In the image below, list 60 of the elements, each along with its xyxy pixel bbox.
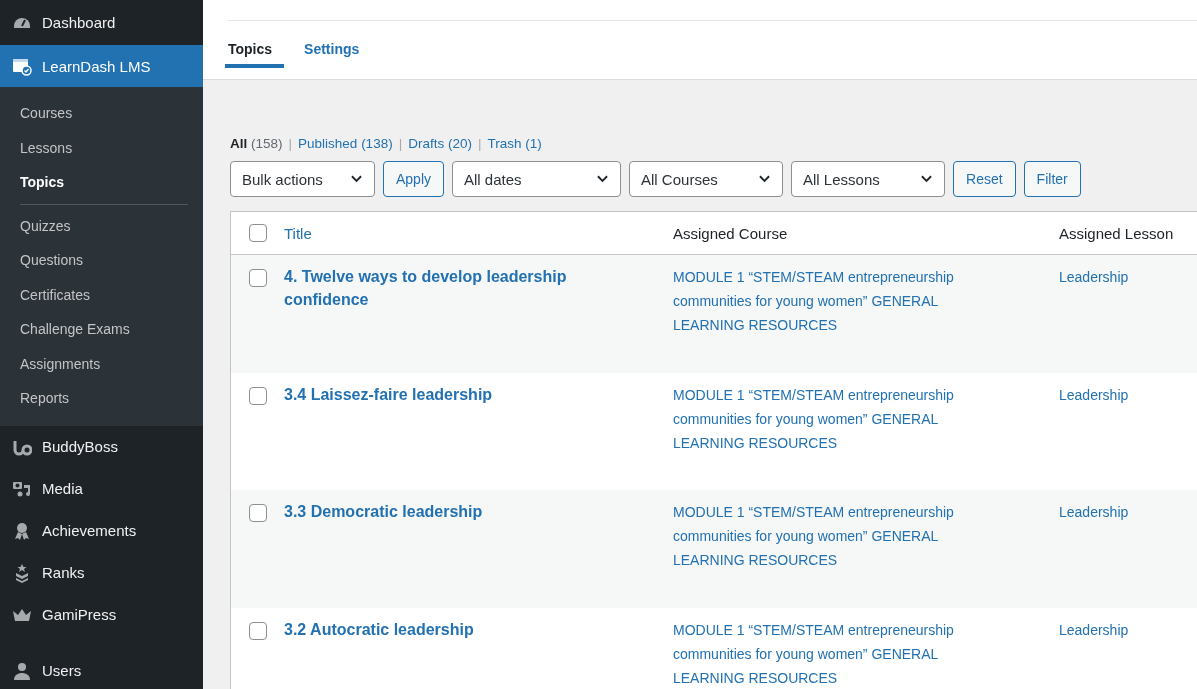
submenu-item[interactable]: Questions	[0, 243, 104, 278]
row-checkbox[interactable]	[248, 269, 267, 287]
topic-title-link[interactable]: 3.3 Democratic leadership	[284, 500, 614, 523]
secondary-button[interactable]: Filter	[1023, 161, 1081, 197]
dropdown-select[interactable]: All Courses	[629, 161, 784, 197]
separator-text: |	[477, 136, 482, 151]
lesson-link[interactable]: Leadership	[1059, 617, 1197, 642]
menu-item[interactable]: BuddyBoss	[0, 425, 203, 468]
lesson-link[interactable]: Leadership	[1059, 382, 1197, 407]
submenu-item[interactable]: Quizzes	[0, 208, 91, 243]
browser-check-icon	[12, 56, 32, 76]
row-checkbox[interactable]	[248, 504, 267, 522]
status-filter-link[interactable]: Published (138)	[298, 136, 393, 151]
menu-item[interactable]: LearnDash LMS	[0, 45, 203, 87]
lesson-link[interactable]: Leadership	[1059, 265, 1197, 289]
ribbon-medal-icon	[12, 520, 32, 541]
row-checkbox[interactable]	[248, 621, 267, 640]
separator-text: |	[288, 136, 293, 151]
menu-item[interactable]: Dashboard	[0, 0, 203, 45]
dropdown-select[interactable]: All dates	[452, 161, 622, 197]
lesson-link[interactable]: Leadership	[1059, 500, 1197, 524]
menu-item[interactable]: Media	[0, 467, 203, 510]
status-filter-link[interactable]: Trash (1)	[487, 136, 542, 151]
status-filter-link[interactable]: All (158)	[230, 136, 283, 151]
course-link[interactable]: MODULE 1 “STEM/STEAM entrepreneurship communities for young women” GENERAL LEARNING RESOURCES	[673, 617, 993, 689]
submenu-item[interactable]: Challenge Exams	[0, 312, 150, 347]
select-all-checkbox[interactable]	[248, 224, 267, 242]
course-link[interactable]: MODULE 1 “STEM/STEAM entrepreneurship communities for young women” GENERAL LEARNING RESOURCES	[673, 265, 993, 337]
separator-text: |	[398, 136, 403, 151]
submenu-item[interactable]: Courses	[0, 96, 93, 131]
column-header: Assigned Course	[673, 224, 789, 242]
menu-item[interactable]: Achievements	[0, 509, 203, 552]
submenu-item[interactable]: Topics	[0, 165, 85, 200]
topic-title-link[interactable]: 3.2 Autocratic leadership	[284, 617, 614, 641]
tab[interactable]: Settings	[304, 41, 372, 68]
topic-title-link[interactable]: 4. Twelve ways to develop leadership confidence	[284, 265, 614, 311]
submenu-item[interactable]: Assignments	[0, 346, 121, 381]
chevron-down-icon	[351, 175, 362, 183]
secondary-button[interactable]: Reset	[953, 161, 1016, 197]
course-link[interactable]: MODULE 1 “STEM/STEAM entrepreneurship communities for young women” GENERAL LEARNING RESOURCES	[673, 500, 993, 572]
chevron-down-icon	[921, 175, 933, 183]
submenu-item[interactable]: Lessons	[0, 130, 93, 165]
column-header: Assigned Lesson	[1059, 224, 1175, 242]
tab[interactable]: Topics	[225, 41, 285, 68]
course-link[interactable]: MODULE 1 “STEM/STEAM entrepreneurship communities for young women” GENERAL LEARNING RESOURCES	[673, 382, 993, 455]
submenu-item[interactable]: Reports	[0, 381, 90, 416]
sortable-column-header[interactable]: Title	[284, 224, 673, 242]
topic-title-link[interactable]: 3.4 Laissez-faire leadership	[284, 382, 614, 406]
chevron-down-icon	[597, 175, 609, 183]
submenu-item[interactable]: Certificates	[0, 277, 111, 312]
secondary-button[interactable]: Apply	[383, 161, 445, 197]
status-filter-link[interactable]: Drafts (20)	[408, 136, 472, 151]
dropdown-select[interactable]: Bulk actions	[230, 161, 375, 197]
chevron-down-icon	[759, 175, 771, 183]
menu-item[interactable]: Users	[0, 649, 203, 689]
user-icon	[12, 660, 32, 681]
menu-item[interactable]: GamiPress	[0, 593, 203, 636]
dropdown-select[interactable]: All Lessons	[791, 161, 946, 197]
menu-item[interactable]: Ranks	[0, 551, 203, 594]
row-checkbox[interactable]	[248, 386, 267, 405]
